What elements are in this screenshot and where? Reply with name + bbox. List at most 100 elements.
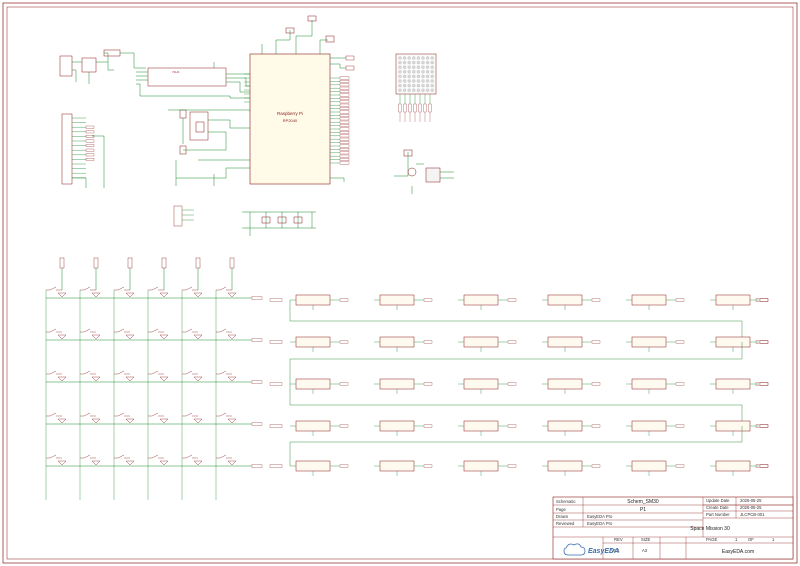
crystal-section [179, 109, 209, 155]
gpio-net-flag [339, 103, 350, 107]
matrix-led-dot [403, 70, 407, 74]
power-input-section [59, 49, 121, 77]
matrix-leg-resistor [413, 103, 417, 113]
gpio-net-flag [339, 158, 350, 161]
tb-size-value: A3 [642, 548, 648, 553]
matrix-led-dot [430, 65, 434, 69]
switch-diode [57, 418, 67, 424]
addressable-led [715, 420, 751, 432]
switch-diode [227, 292, 237, 298]
key-switch-matrix [45, 257, 263, 500]
switch-contact [117, 328, 125, 333]
addressable-led [715, 294, 751, 306]
led-out-flag [759, 298, 769, 302]
connector-net-flag [85, 125, 95, 129]
matrix-leg-resistor [418, 103, 422, 113]
gpio-net-flag [339, 100, 350, 104]
connector-net-flag [85, 130, 95, 134]
gpio-net-flag [339, 117, 350, 121]
mcu-part: RP2040 [283, 118, 298, 123]
power-input-wires [72, 52, 146, 84]
led-out-flag [675, 464, 685, 468]
matrix-led-dot [412, 74, 416, 79]
matrix-led-dot [416, 56, 420, 60]
tb-update-value: 2026-05-25 [740, 498, 762, 503]
matrix-led-dot [407, 65, 411, 69]
header-connector [61, 113, 73, 185]
led-out-flag [507, 464, 517, 468]
gpio-net-flag [339, 107, 350, 110]
switch-contact [49, 412, 57, 417]
led-out-flag [675, 298, 685, 302]
matrix-led-dot [430, 56, 434, 60]
column-pullup [93, 257, 99, 269]
gpio-net-flag [339, 76, 350, 80]
switch-diode [91, 334, 101, 340]
led-out-flag [591, 340, 601, 344]
switch-contact [83, 454, 91, 459]
led-out-flag [507, 382, 517, 386]
tb-reviewed-label: Reviewed [556, 521, 575, 526]
switch-contact [185, 328, 193, 333]
gpio-net-flag [339, 131, 350, 134]
tb-part-label: Part Number [706, 512, 730, 517]
matrix-leg-resistor [403, 103, 407, 113]
matrix-led-dot [398, 88, 402, 92]
tb-schematic-label: Schematic [556, 499, 576, 504]
led-out-flag [591, 464, 601, 468]
crystal-wires [168, 109, 251, 186]
led-out-flag [675, 340, 685, 344]
switch-diode [57, 376, 67, 382]
gpio-net-flag [339, 83, 350, 87]
gpio-net-flag [339, 144, 350, 148]
switch-diode [159, 376, 169, 382]
led-out-flag [759, 340, 769, 344]
led-out-flag [759, 382, 769, 386]
matrix-leg-resistor [428, 103, 432, 113]
gpio-net-flag [339, 134, 350, 138]
matrix-led-dot [412, 70, 416, 74]
matrix-led-dot [426, 74, 430, 79]
column-pullup [59, 257, 65, 269]
led-matrix-block [395, 53, 437, 95]
switch-diode [125, 460, 135, 466]
switch-diode [91, 292, 101, 298]
connector-net-flag [85, 148, 95, 152]
matrix-led-dot [403, 83, 407, 88]
matrix-led-dot [416, 70, 420, 74]
switch-contact [49, 454, 57, 459]
matrix-led-dot [416, 60, 420, 65]
connector-net-flag [85, 139, 95, 143]
switch-diode [227, 418, 237, 424]
chain-link-wire [289, 342, 743, 384]
tb-create-value: 2026-05-25 [740, 505, 762, 510]
addressable-led [379, 336, 415, 348]
addressable-led [631, 336, 667, 348]
gpio-net-flag [339, 90, 350, 93]
column-pullup [127, 257, 133, 269]
mcu-top-components [285, 15, 335, 43]
matrix-led-dot [412, 79, 416, 83]
tb-project-name: Space Mission 30 [690, 526, 730, 532]
matrix-led-dot [421, 79, 425, 83]
led-out-flag [339, 382, 349, 386]
addressable-led [715, 460, 751, 472]
switch-diode [125, 418, 135, 424]
matrix-leg-resistor [423, 103, 427, 113]
tb-of-label: OF [748, 537, 754, 542]
switch-diode [193, 460, 203, 466]
matrix-led-dot [416, 65, 420, 69]
chain-link-wire [289, 300, 743, 342]
led-out-flag [675, 382, 685, 386]
small-header-wires [182, 209, 194, 221]
led-out-flag [507, 424, 517, 428]
switch-diode [57, 460, 67, 466]
led-row-left-flag [269, 340, 283, 344]
tb-drawn-value: EasyEDA Pro [587, 514, 613, 519]
connector-wires [72, 117, 95, 179]
switch-contact [185, 286, 193, 291]
addressable-led [631, 294, 667, 306]
matrix-led-dot [403, 88, 407, 92]
gpio-net-flag [339, 148, 350, 151]
transistor-section [394, 152, 454, 194]
